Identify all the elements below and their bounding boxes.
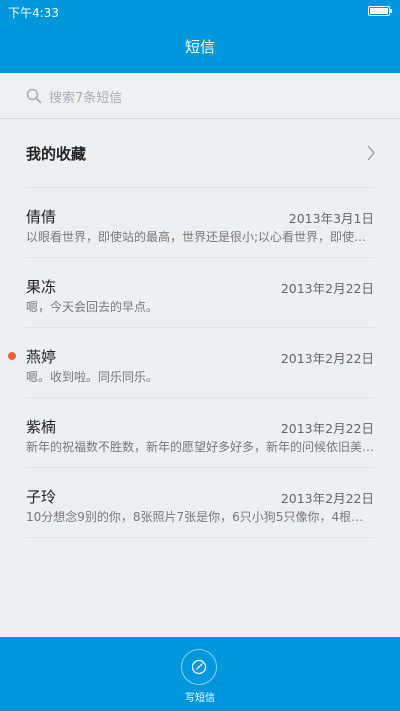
conversation-date: 2013年3月1日 bbox=[288, 211, 374, 226]
conversation-date: 2013年2月22日 bbox=[280, 421, 374, 436]
conversation-name: 子玲 bbox=[26, 488, 57, 506]
conversation-date: 2013年2月22日 bbox=[280, 491, 374, 506]
conversation-item[interactable]: 子玲 2013年2月22日 10分想念9别的你，8张照片7张是你，6只小狗5只像… bbox=[0, 468, 400, 538]
conversation-preview: 新年的祝福数不胜数，新年的愿望好多好多，新年的问候依旧美… bbox=[26, 440, 374, 454]
title-bar: 短信 bbox=[0, 22, 400, 73]
compose-label: 写短信 bbox=[185, 693, 215, 704]
conversation-name: 紫楠 bbox=[26, 418, 57, 436]
search-bar[interactable]: 搜索7条短信 bbox=[0, 73, 400, 119]
conversation-date: 2013年2月22日 bbox=[280, 281, 374, 296]
divider bbox=[26, 537, 374, 538]
favorites-label: 我的收藏 bbox=[26, 145, 87, 163]
search-icon bbox=[26, 88, 42, 104]
status-time: 下午4:33 bbox=[8, 6, 59, 20]
chevron-right-icon bbox=[367, 145, 375, 161]
conversation-item[interactable]: 燕婷 2013年2月22日 嗯。收到啦。同乐同乐。 bbox=[0, 328, 400, 398]
compose-icon bbox=[191, 659, 207, 675]
status-bar: 下午4:33 bbox=[0, 0, 400, 22]
favorites-row[interactable]: 我的收藏 bbox=[0, 119, 400, 187]
page-title: 短信 bbox=[184, 38, 215, 56]
conversation-preview: 以眼看世界，即使站的最高，世界还是很小;以心看世界，即使身… bbox=[26, 230, 374, 244]
conversation-item[interactable]: 紫楠 2013年2月22日 新年的祝福数不胜数，新年的愿望好多好多，新年的问候依… bbox=[0, 398, 400, 468]
conversation-item[interactable]: 倩倩 2013年3月1日 以眼看世界，即使站的最高，世界还是很小;以心看世界，即… bbox=[0, 188, 400, 258]
conversation-preview: 10分想念9别的你，8张照片7张是你，6只小狗5只像你，4根骨… bbox=[26, 510, 374, 524]
compose-button[interactable] bbox=[181, 649, 217, 685]
conversation-preview: 嗯，今天会回去的早点。 bbox=[26, 300, 159, 314]
conversation-item[interactable]: 果冻 2013年2月22日 嗯，今天会回去的早点。 bbox=[0, 258, 400, 328]
conversation-name: 倩倩 bbox=[26, 208, 57, 226]
conversation-preview: 嗯。收到啦。同乐同乐。 bbox=[26, 370, 159, 384]
bottom-bar: 写短信 bbox=[0, 637, 400, 711]
conversation-date: 2013年2月22日 bbox=[280, 351, 374, 366]
search-input[interactable]: 搜索7条短信 bbox=[49, 87, 122, 106]
conversation-name: 燕婷 bbox=[26, 348, 57, 366]
conversation-name: 果冻 bbox=[26, 278, 57, 296]
battery-icon bbox=[368, 6, 392, 16]
unread-indicator bbox=[8, 352, 16, 360]
